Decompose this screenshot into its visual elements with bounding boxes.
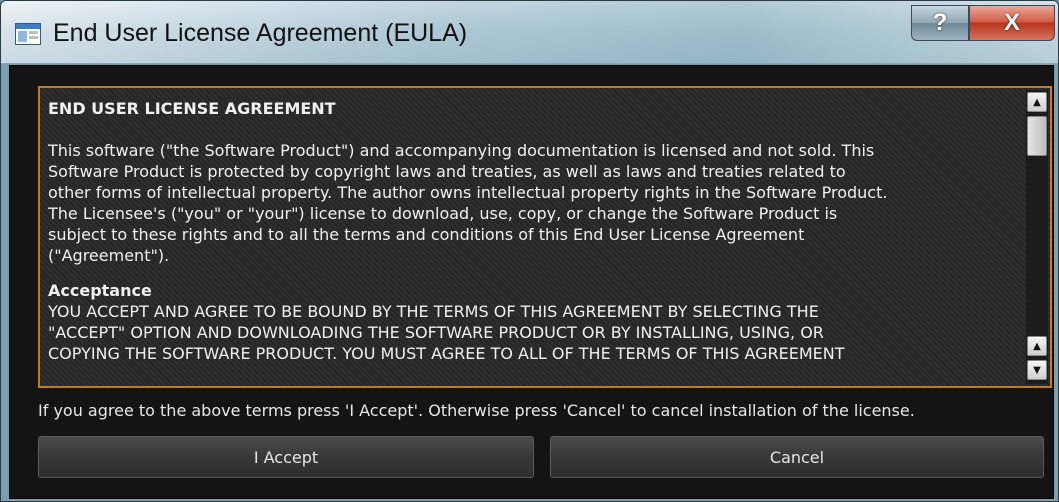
license-text: END USER LICENSE AGREEMENT This software…	[48, 92, 1016, 364]
vertical-scrollbar[interactable]: ▲ ▲ ▼	[1026, 90, 1048, 384]
window-title: End User License Agreement (EULA)	[53, 19, 468, 47]
acceptance-paragraph: YOU ACCEPT AND AGREE TO BE BOUND BY THE …	[48, 301, 1016, 364]
title-bar[interactable]: End User License Agreement (EULA) ? X	[1, 1, 1058, 63]
instruction-text: If you agree to the above terms press 'I…	[38, 401, 915, 420]
text-line: This software ("the Software Product") a…	[48, 141, 875, 160]
help-button[interactable]: ?	[911, 5, 969, 41]
text-line: COPYING THE SOFTWARE PRODUCT. YOU MUST A…	[48, 344, 845, 363]
text-line: subject to these rights and to all the t…	[48, 225, 805, 244]
cancel-button[interactable]: Cancel	[550, 436, 1044, 478]
close-button[interactable]: X	[969, 5, 1055, 41]
text-line: Software Product is protected by copyrig…	[48, 162, 846, 181]
scroll-thumb[interactable]	[1027, 116, 1047, 156]
license-intro-paragraph: This software ("the Software Product") a…	[48, 140, 1016, 266]
text-line: YOU ACCEPT AND AGREE TO BE BOUND BY THE …	[48, 302, 819, 321]
dialog-body: END USER LICENSE AGREEMENT This software…	[9, 65, 1054, 499]
accept-button[interactable]: I Accept	[38, 436, 534, 478]
scroll-up-arrow-icon[interactable]: ▲	[1027, 336, 1047, 356]
scroll-down-arrow-icon[interactable]: ▼	[1027, 360, 1047, 380]
text-line: ("Agreement").	[48, 246, 170, 265]
help-icon: ?	[932, 9, 948, 36]
license-text-area[interactable]: END USER LICENSE AGREEMENT This software…	[38, 86, 1052, 388]
eula-dialog: End User License Agreement (EULA) ? X EN…	[0, 0, 1059, 502]
acceptance-heading: Acceptance	[48, 281, 152, 300]
text-line: The Licensee's ("you" or "your") license…	[48, 204, 838, 223]
text-line: "ACCEPT" OPTION AND DOWNLOADING THE SOFT…	[48, 323, 824, 342]
text-line: other forms of intellectual property. Th…	[48, 183, 888, 202]
license-heading: END USER LICENSE AGREEMENT	[48, 99, 336, 118]
close-icon: X	[1003, 9, 1020, 36]
app-window-icon	[15, 23, 41, 45]
scroll-up-arrow-icon[interactable]: ▲	[1027, 92, 1047, 112]
